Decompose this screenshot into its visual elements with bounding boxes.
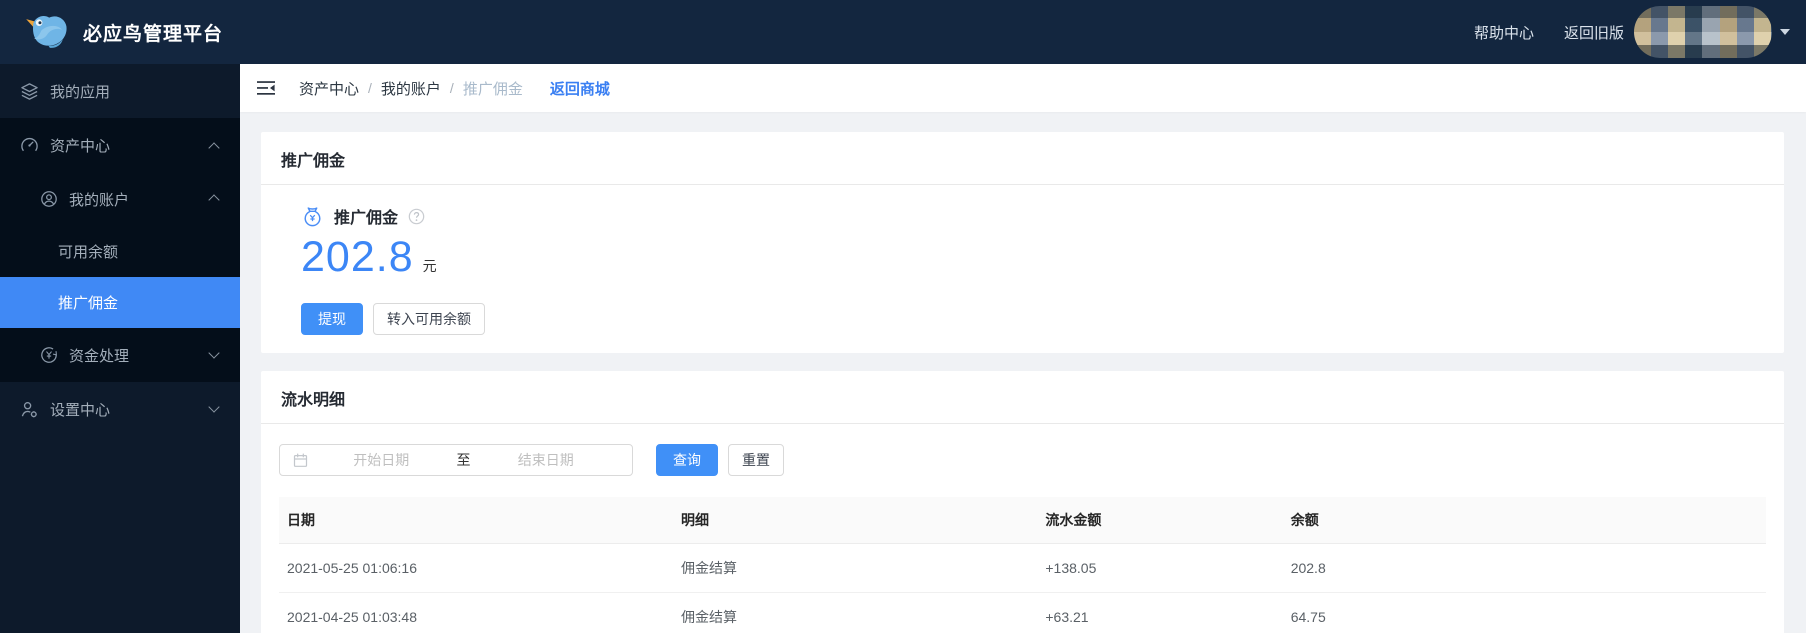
table-cell: 2021-04-25 01:03:48: [279, 592, 674, 633]
table-cell: 2021-05-25 01:06:16: [279, 543, 674, 593]
main-area: 资产中心 / 我的账户 / 推广佣金 返回商城 推广佣金 推广佣金 202.8 …: [240, 64, 1806, 633]
breadcrumb-item-asset-center[interactable]: 资产中心: [299, 78, 359, 99]
start-date-placeholder: 开始日期: [353, 452, 410, 468]
breadcrumb-item-current: 推广佣金: [462, 80, 523, 98]
dashboard-icon: [20, 136, 39, 155]
search-button[interactable]: 查询: [656, 444, 718, 476]
flow-table: 日期 明细 流水金额 余额 2021-05-25 01:06:16 佣金结算 +138.0…: [279, 497, 1766, 633]
logo-bird-icon: [24, 11, 70, 53]
commission-amount: 202.8: [301, 233, 414, 281]
sidebar-item-my-account[interactable]: 我的账户: [0, 172, 240, 226]
table-row: 2021-05-25 01:06:16 佣金结算 +138.05 202.8: [279, 543, 1766, 593]
money-bag-icon: [301, 205, 324, 228]
censored-account-info: [1634, 6, 1772, 58]
flow-section-title: 流水明细: [261, 371, 1784, 424]
reset-button[interactable]: 重置: [728, 444, 784, 476]
topbar: 必应鸟管理平台 帮助中心 返回旧版: [0, 0, 1806, 64]
chevron-down-icon: [208, 347, 220, 359]
commission-body: 推广佣金 202.8 元 提现 转入可用余额: [261, 185, 1784, 353]
chevron-down-icon: [208, 401, 220, 413]
breadcrumb-item-my-account[interactable]: 我的账户: [381, 78, 441, 99]
flow-body: 开始日期 至 结束日期 查询 重置 日期 明细 流水金额 余额 2021-05-25 …: [261, 424, 1784, 633]
calendar-icon: [293, 453, 308, 468]
commission-card: 推广佣金 推广佣金 202.8 元 提现 转入可用余额: [261, 132, 1784, 353]
brand: 必应鸟管理平台: [24, 11, 223, 53]
user-circle-icon: [40, 190, 58, 208]
sidebar-item-label: 我的应用: [50, 83, 111, 101]
column-header: 余额: [1282, 497, 1766, 544]
table-cell: +63.21: [1037, 592, 1283, 633]
table-cell: 佣金结算: [673, 592, 1038, 633]
table-cell: 64.75: [1282, 592, 1766, 633]
chevron-up-icon: [208, 142, 220, 154]
help-center-link[interactable]: 帮助中心: [1474, 22, 1534, 43]
end-date-placeholder: 结束日期: [517, 452, 574, 468]
content: 推广佣金 推广佣金 202.8 元 提现 转入可用余额 流水明细 开始日期 至 …: [240, 112, 1806, 633]
sidebar-item-asset-center[interactable]: 资产中心: [0, 118, 240, 172]
range-to-label: 至: [456, 452, 471, 468]
table-cell: +138.05: [1037, 543, 1283, 593]
breadcrumb-separator: /: [368, 80, 372, 96]
commission-stat-label: 推广佣金: [334, 210, 399, 227]
sidebar-item-label: 我的账户: [69, 191, 130, 209]
table-header-row: 日期 明细 流水金额 余额: [279, 497, 1766, 544]
table-body: 2021-05-25 01:06:16 佣金结算 +138.05 202.8 2021-…: [279, 543, 1766, 633]
table-row: 2021-04-25 01:03:48 佣金结算 +63.21 64.75: [279, 592, 1766, 633]
layers-icon: [20, 82, 39, 101]
chevron-up-icon: [208, 194, 220, 206]
withdraw-button[interactable]: 提现: [301, 303, 363, 335]
topbar-right: 帮助中心 返回旧版: [1474, 6, 1790, 58]
column-header: 明细: [673, 497, 1038, 544]
breadcrumb-bar: 资产中心 / 我的账户 / 推广佣金 返回商城: [240, 64, 1806, 112]
date-range-input[interactable]: 开始日期 至 结束日期: [279, 444, 633, 476]
transfer-to-balance-button[interactable]: 转入可用余额: [373, 303, 485, 335]
account-dropdown[interactable]: [1634, 6, 1790, 58]
back-to-old-link[interactable]: 返回旧版: [1564, 22, 1624, 43]
question-circle-icon[interactable]: [408, 208, 425, 225]
chevron-down-icon: [1780, 29, 1790, 35]
table-cell: 202.8: [1282, 543, 1766, 593]
column-header: 流水金额: [1037, 497, 1283, 544]
filter-row: 开始日期 至 结束日期 查询 重置: [279, 444, 1766, 476]
sidebar: 我的应用 资产中心 我的账户 可用余额 推广佣金 资金处理 设置中心: [0, 64, 240, 633]
column-header: 日期: [279, 497, 674, 544]
back-to-mall-link[interactable]: 返回商城: [550, 78, 610, 99]
flow-card: 流水明细 开始日期 至 结束日期 查询 重置 日期 明细 流水金额 余额 202…: [261, 371, 1784, 633]
sidebar-item-settings-center[interactable]: 设置中心: [0, 382, 240, 436]
sidebar-group-asset-center: 资产中心 我的账户 可用余额 推广佣金 资金处理: [0, 118, 240, 382]
sidebar-item-label: 资产中心: [50, 137, 111, 155]
app-title: 必应鸟管理平台: [83, 23, 224, 45]
yuan-circle-icon: [40, 346, 58, 364]
menu-fold-icon[interactable]: [257, 80, 275, 96]
commission-section-title: 推广佣金: [261, 132, 1784, 185]
commission-unit: 元: [422, 258, 437, 274]
sidebar-item-label: 可用余额: [58, 244, 119, 261]
sidebar-item-label: 推广佣金: [58, 295, 119, 312]
sidebar-item-promo-commission[interactable]: 推广佣金: [0, 277, 240, 328]
sidebar-item-available-balance[interactable]: 可用余额: [0, 226, 240, 277]
sidebar-item-label: 资金处理: [69, 347, 130, 365]
sidebar-item-fund-processing[interactable]: 资金处理: [0, 328, 240, 382]
table-cell: 佣金结算: [673, 543, 1038, 593]
sidebar-item-label: 设置中心: [50, 401, 111, 419]
user-gear-icon: [20, 400, 39, 419]
sidebar-item-my-apps[interactable]: 我的应用: [0, 64, 240, 118]
breadcrumb-separator: /: [449, 80, 454, 96]
